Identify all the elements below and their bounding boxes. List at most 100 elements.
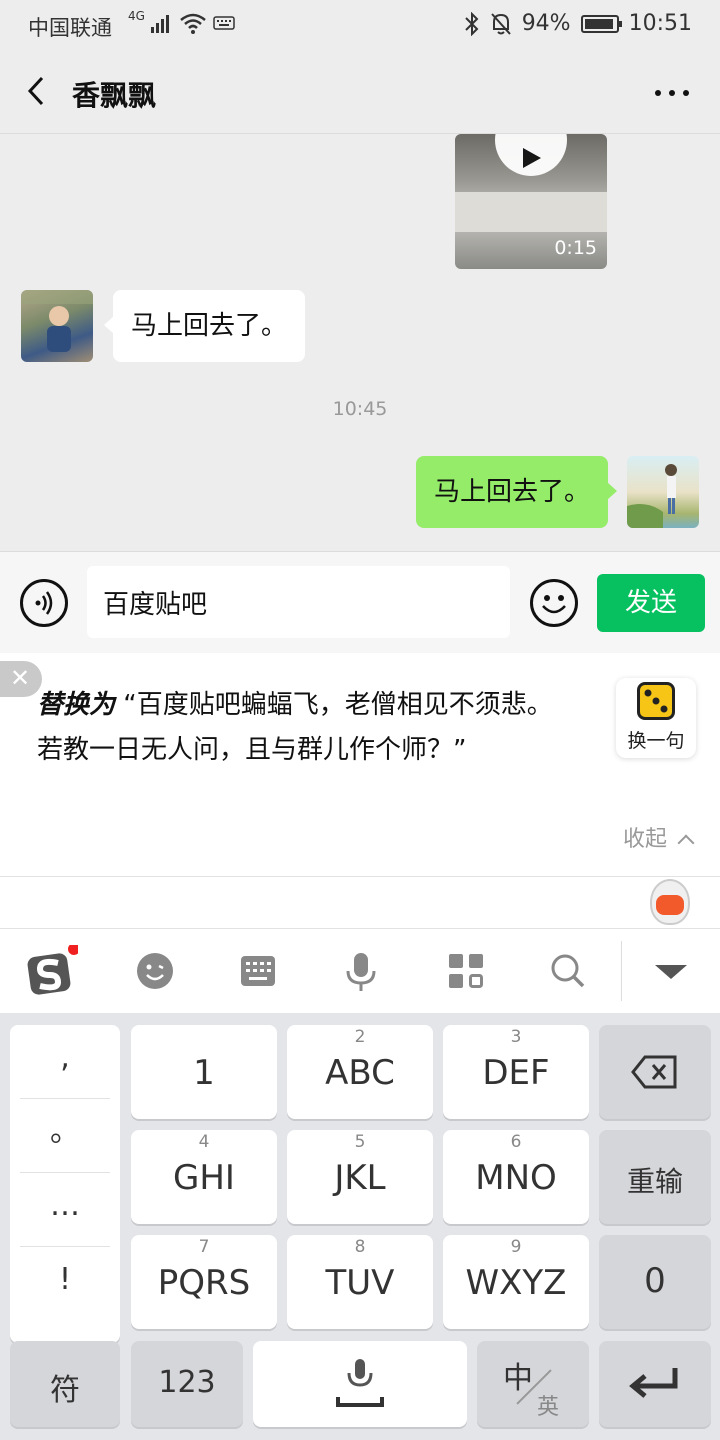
key-0[interactable]: 0 bbox=[599, 1235, 711, 1329]
video-message[interactable]: 0:15 bbox=[455, 134, 607, 269]
enter-key[interactable] bbox=[599, 1341, 711, 1427]
chat-title: 香飘飘 bbox=[72, 79, 157, 112]
suggestion-text[interactable]: 替换为 “百度贴吧蝙蝠飞，老僧相见不须悲。若教一日无人问，且与群儿作个师？” bbox=[37, 683, 577, 773]
voice-input-button[interactable] bbox=[20, 579, 68, 627]
space-key[interactable] bbox=[253, 1341, 467, 1427]
outgoing-message-text: 马上回去了。 bbox=[433, 477, 590, 507]
user-avatar[interactable] bbox=[627, 456, 699, 528]
key-label: JKL bbox=[334, 1158, 386, 1198]
numeric-key[interactable]: 123 bbox=[131, 1341, 243, 1427]
key-number: 3 bbox=[510, 1027, 522, 1047]
close-icon: ✕ bbox=[10, 664, 31, 692]
suggestion-panel: ✕ 替换为 “百度贴吧蝙蝠飞，老僧相见不须悲。若教一日无人问，且与群儿作个师？”… bbox=[0, 653, 720, 877]
key-number: 7 bbox=[198, 1237, 210, 1257]
swap-sentence-label: 换一句 bbox=[627, 730, 685, 752]
key-wxyz[interactable]: 9 WXYZ bbox=[443, 1235, 589, 1329]
key-label: ABC bbox=[325, 1053, 395, 1093]
clock: 10:51 bbox=[628, 11, 692, 36]
backspace-icon bbox=[631, 1055, 677, 1089]
ime-toolbar bbox=[0, 929, 720, 1013]
key-label: WXYZ bbox=[465, 1263, 567, 1303]
keyboard: , 。 … ! 1 2 ABC 3 DEF 4 GHI 5 JKL 6 MNO … bbox=[0, 1013, 720, 1440]
key-mno[interactable]: 6 MNO bbox=[443, 1130, 589, 1224]
message-input[interactable] bbox=[87, 566, 510, 638]
video-thumbnail bbox=[455, 192, 607, 232]
network-indicator: 4G bbox=[128, 9, 235, 34]
input-bar: 发送 bbox=[0, 551, 720, 653]
punct-key[interactable]: 。 bbox=[20, 1099, 110, 1173]
status-right: 94% 10:51 bbox=[464, 11, 692, 36]
reinput-key[interactable]: 重输 bbox=[599, 1130, 711, 1224]
close-suggestion-button[interactable]: ✕ bbox=[0, 661, 42, 697]
play-icon bbox=[495, 134, 567, 176]
bluetooth-icon bbox=[464, 11, 479, 36]
mascot-icon[interactable] bbox=[650, 879, 690, 925]
battery-icon bbox=[580, 14, 622, 33]
sogou-logo-icon[interactable] bbox=[26, 943, 80, 997]
key-pqrs[interactable]: 7 PQRS bbox=[131, 1235, 277, 1329]
search-icon[interactable] bbox=[542, 945, 594, 997]
punct-key[interactable]: … bbox=[20, 1173, 110, 1247]
outgoing-message-bubble[interactable]: 马上回去了。 bbox=[415, 456, 618, 528]
microphone-space-icon bbox=[336, 1359, 384, 1407]
punctuation-column: , 。 … ! bbox=[10, 1025, 120, 1343]
chevron-up-icon bbox=[677, 834, 695, 852]
key-abc[interactable]: 2 ABC bbox=[287, 1025, 433, 1119]
incoming-message-bubble[interactable]: 马上回去了。 bbox=[103, 290, 306, 362]
wifi-icon bbox=[180, 13, 206, 34]
incoming-message-text: 马上回去了。 bbox=[131, 311, 288, 341]
key-ghi[interactable]: 4 GHI bbox=[131, 1130, 277, 1224]
symbol-label: 符 bbox=[50, 1373, 80, 1408]
contact-avatar[interactable] bbox=[21, 290, 93, 362]
key-label: DEF bbox=[482, 1053, 550, 1093]
dice-icon bbox=[637, 682, 675, 720]
keyboard-status-icon bbox=[213, 16, 235, 30]
network-type: 4G bbox=[128, 9, 145, 23]
key-label: MNO bbox=[475, 1158, 557, 1198]
emoji-button[interactable] bbox=[530, 579, 578, 627]
numeric-label: 123 bbox=[158, 1365, 216, 1400]
key-number: 6 bbox=[510, 1132, 522, 1152]
key-number: 9 bbox=[510, 1237, 522, 1257]
suggestion-poem: “百度贴吧蝙蝠飞，老僧相见不须悲。若教一日无人问，且与群儿作个师？” bbox=[37, 690, 553, 765]
mascot-strip bbox=[0, 877, 720, 929]
back-arrow-icon[interactable] bbox=[22, 76, 52, 106]
apps-grid-icon[interactable] bbox=[440, 945, 492, 997]
key-label: 0 bbox=[644, 1261, 666, 1301]
symbol-key[interactable]: 符 bbox=[10, 1341, 120, 1427]
backspace-key[interactable] bbox=[599, 1025, 711, 1119]
key-label: PQRS bbox=[157, 1263, 251, 1303]
key-def[interactable]: 3 DEF bbox=[443, 1025, 589, 1119]
toolbar-divider bbox=[621, 941, 622, 1001]
status-bar: 中国联通 4G 94% 10:51 bbox=[0, 0, 720, 50]
message-timestamp: 10:45 bbox=[332, 398, 388, 420]
suggestion-prefix: 替换为 bbox=[37, 690, 116, 720]
collapse-label: 收起 bbox=[622, 827, 667, 852]
mute-bell-icon bbox=[490, 12, 511, 35]
video-duration: 0:15 bbox=[554, 237, 597, 259]
key-label: GHI bbox=[173, 1158, 235, 1198]
key-label: 1 bbox=[193, 1053, 215, 1093]
microphone-icon[interactable] bbox=[335, 945, 387, 997]
battery-percent: 94% bbox=[521, 11, 571, 36]
voice-icon bbox=[35, 591, 53, 615]
key-jkl[interactable]: 5 JKL bbox=[287, 1130, 433, 1224]
language-switch-key[interactable]: 中 英 bbox=[477, 1341, 589, 1427]
send-button[interactable]: 发送 bbox=[597, 574, 705, 632]
chat-header: 香飘飘 bbox=[0, 50, 720, 134]
keyboard-icon[interactable] bbox=[232, 945, 284, 997]
reinput-label: 重输 bbox=[626, 1165, 683, 1198]
emoji-face-icon[interactable] bbox=[129, 945, 181, 997]
key-number: 8 bbox=[354, 1237, 366, 1257]
punct-key[interactable]: ! bbox=[20, 1247, 110, 1321]
swap-sentence-button[interactable]: 换一句 bbox=[616, 678, 696, 758]
collapse-button[interactable]: 收起 bbox=[622, 821, 695, 853]
key-tuv[interactable]: 8 TUV bbox=[287, 1235, 433, 1329]
smiley-icon bbox=[542, 595, 566, 614]
more-icon[interactable] bbox=[654, 88, 690, 98]
punct-key[interactable]: , bbox=[20, 1025, 110, 1099]
enter-icon bbox=[629, 1368, 678, 1398]
hide-keyboard-icon[interactable] bbox=[645, 945, 697, 997]
signal-icon bbox=[150, 15, 169, 33]
key-1[interactable]: 1 bbox=[131, 1025, 277, 1119]
